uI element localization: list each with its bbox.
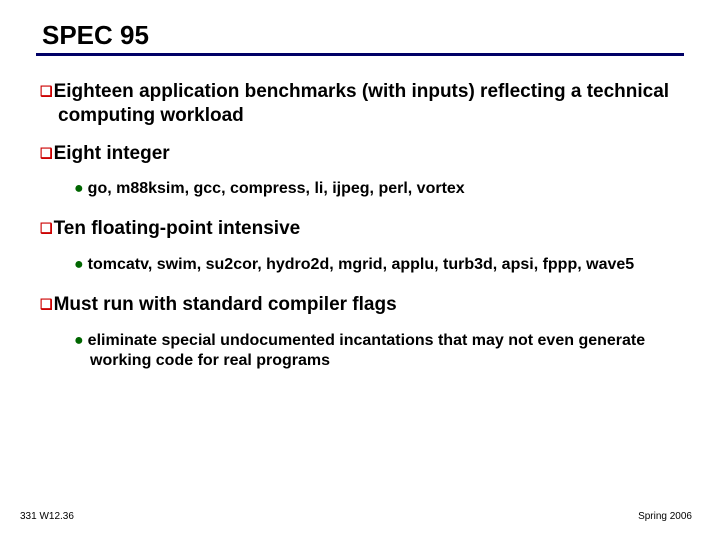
- bullet-text: eliminate special undocumented incantati…: [88, 332, 645, 369]
- bullet-list: ❑Eighteen application benchmarks (with i…: [36, 80, 684, 371]
- bullet-text: go, m88ksim, gcc, compress, li, ijpeg, p…: [88, 180, 465, 197]
- footer-right: Spring 2006: [638, 511, 692, 522]
- square-bullet-icon: ❑: [40, 220, 53, 236]
- footer-left: 331 W12.36: [20, 511, 74, 522]
- square-bullet-icon: ❑: [40, 145, 53, 161]
- bullet-text: Eighteen application benchmarks (with in…: [54, 81, 670, 126]
- bullet-text: tomcatv, swim, su2cor, hydro2d, mgrid, a…: [88, 256, 634, 273]
- dot-bullet-icon: ●: [74, 256, 84, 273]
- bullet-level1: ❑Ten floating-point intensive: [40, 217, 684, 241]
- dot-bullet-icon: ●: [74, 332, 84, 349]
- bullet-level1: ❑Eighteen application benchmarks (with i…: [40, 80, 684, 128]
- square-bullet-icon: ❑: [40, 296, 53, 312]
- bullet-text: Eight integer: [54, 143, 170, 164]
- bullet-level1: ❑Must run with standard compiler flags: [40, 293, 684, 317]
- bullet-text: Ten floating-point intensive: [54, 218, 301, 239]
- footer: 331 W12.36 Spring 2006: [20, 511, 692, 522]
- bullet-level2: ●eliminate special undocumented incantat…: [74, 331, 684, 371]
- dot-bullet-icon: ●: [74, 180, 84, 197]
- bullet-text: Must run with standard compiler flags: [54, 294, 397, 315]
- bullet-level2: ●go, m88ksim, gcc, compress, li, ijpeg, …: [74, 179, 684, 199]
- slide: SPEC 95 ❑Eighteen application benchmarks…: [0, 0, 720, 371]
- bullet-level1: ❑Eight integer: [40, 142, 684, 166]
- slide-title: SPEC 95: [36, 20, 684, 51]
- title-underline: SPEC 95: [36, 20, 684, 56]
- square-bullet-icon: ❑: [40, 83, 53, 99]
- bullet-level2: ●tomcatv, swim, su2cor, hydro2d, mgrid, …: [74, 255, 684, 275]
